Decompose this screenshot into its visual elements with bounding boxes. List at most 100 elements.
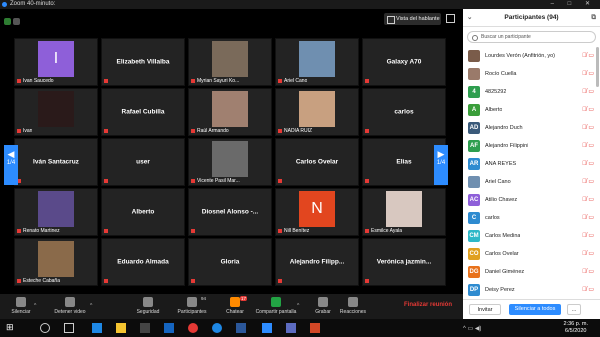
- chat-button[interactable]: Chatear 17: [220, 296, 250, 317]
- participant-name: Elias: [396, 158, 412, 166]
- video-tile[interactable]: Iván Santacruz: [14, 138, 98, 186]
- meeting-info-icons[interactable]: [4, 12, 24, 25]
- participant-row[interactable]: AF Alejandro Filippini 🎙̸ ▭: [463, 137, 600, 155]
- video-tile[interactable]: Myrian Sayuri Ko...: [188, 38, 272, 86]
- reactions-button[interactable]: Reacciones: [336, 296, 370, 317]
- invite-button[interactable]: Invitar: [469, 304, 501, 315]
- participants-button[interactable]: Participantes 94: [172, 296, 212, 317]
- video-tile[interactable]: Esteche Cabaña: [14, 238, 98, 286]
- video-tile[interactable]: N Nill Benítez: [275, 188, 359, 236]
- edge-icon[interactable]: [92, 323, 102, 333]
- zoom-icon[interactable]: [262, 323, 272, 333]
- arrow-left-icon: ◀: [7, 149, 15, 159]
- video-feed: [299, 91, 335, 127]
- video-tile[interactable]: Alberto: [101, 188, 185, 236]
- reactions-label: Reacciones: [339, 309, 367, 315]
- video-tile[interactable]: Ivan: [14, 88, 98, 136]
- participant-row[interactable]: AD Alejandro Duch 🎙̸ ▭: [463, 119, 600, 137]
- speaker-view-button[interactable]: Vista del hablante: [384, 13, 441, 25]
- chevron-up-icon[interactable]: ^: [90, 303, 92, 309]
- shield-icon[interactable]: [4, 18, 11, 25]
- participant-name: carlos: [485, 215, 500, 221]
- mute-all-button[interactable]: Silenciar a todos: [509, 304, 561, 315]
- participant-row[interactable]: Ariel Cano 🎙̸ ▭: [463, 173, 600, 191]
- windows-start-icon[interactable]: ⊞: [6, 322, 16, 332]
- participant-row[interactable]: Ccarlos 🎙̸ ▭: [463, 209, 600, 227]
- system-tray[interactable]: ^ ▭ ◀): [463, 325, 481, 332]
- participant-row[interactable]: DG Daniel Giménez 🎙̸ ▭: [463, 263, 600, 281]
- chevron-up-icon[interactable]: ^: [297, 303, 299, 309]
- muted-mic-icon: 🎙̸ ▭: [582, 215, 594, 221]
- store-icon[interactable]: [140, 323, 150, 333]
- participant-name: Galaxy A70: [386, 58, 422, 66]
- video-tile[interactable]: Vicente Pasil Mar...: [188, 138, 272, 186]
- clock[interactable]: 2:36 p. m. 6/5/2020: [564, 321, 588, 335]
- video-tile[interactable]: Renato Martinez: [14, 188, 98, 236]
- chrome-icon[interactable]: [212, 323, 222, 333]
- participant-row[interactable]: Lourdes Verón (Anfitrión, yo) 🎙̸ ▭: [463, 47, 600, 65]
- powerpoint-icon[interactable]: [310, 323, 320, 333]
- mute-label: Silenciar: [11, 309, 31, 315]
- video-tile[interactable]: Eduardo Almada: [101, 238, 185, 286]
- video-tile[interactable]: Gloria: [188, 238, 272, 286]
- video-button[interactable]: Detener video: [48, 296, 92, 317]
- word-icon[interactable]: [236, 323, 246, 333]
- video-tile[interactable]: Elizabeth Villalba: [101, 38, 185, 86]
- scrollbar[interactable]: [596, 47, 599, 87]
- clock-date: 6/5/2020: [565, 328, 587, 334]
- video-tile[interactable]: NADIA RUIZ: [275, 88, 359, 136]
- info-icon[interactable]: [13, 18, 20, 25]
- window-title: Zoom 40-minuto:: [10, 1, 56, 7]
- opera-icon[interactable]: [188, 323, 198, 333]
- video-tile[interactable]: Ariel Cano: [275, 38, 359, 86]
- video-feed: [38, 191, 74, 227]
- participant-name: 4825292: [485, 89, 507, 95]
- video-tile[interactable]: user: [101, 138, 185, 186]
- search-input[interactable]: Buscar un participante: [467, 31, 596, 43]
- participant-name: user: [136, 158, 150, 166]
- participant-caption: Raúl Armando: [191, 128, 229, 134]
- video-tile[interactable]: Diosnel Alonso -...: [188, 188, 272, 236]
- file-explorer-icon[interactable]: [116, 323, 126, 333]
- participant-row[interactable]: CO Carlos Ovelar 🎙̸ ▭: [463, 245, 600, 263]
- panel-footer: Invitar Silenciar a todos ...: [463, 299, 600, 319]
- participant-row[interactable]: CM Carlos Medina 🎙̸ ▭: [463, 227, 600, 245]
- participant-row[interactable]: 4 4825292 🎙̸ ▭: [463, 83, 600, 101]
- mail-icon[interactable]: [164, 323, 174, 333]
- participant-name: Alberto: [131, 208, 155, 216]
- participant-row[interactable]: AC Atilio Chavez 🎙̸ ▭: [463, 191, 600, 209]
- video-tile[interactable]: I Ivan Saucedo: [14, 38, 98, 86]
- participant-caption: [191, 228, 197, 234]
- chevron-up-icon[interactable]: ^: [34, 303, 36, 309]
- video-tile[interactable]: carlos: [362, 88, 446, 136]
- fullscreen-icon[interactable]: [446, 14, 455, 23]
- video-tile[interactable]: Galaxy A70: [362, 38, 446, 86]
- search-icon[interactable]: [40, 323, 50, 333]
- participant-row[interactable]: AR ANA REYES 🎙̸ ▭: [463, 155, 600, 173]
- video-tile[interactable]: Alejandro Filipp...: [275, 238, 359, 286]
- windows-taskbar: ⊞ ^ ▭ ◀) 2:36 p. m. 6/5/2020: [0, 319, 600, 337]
- task-view-icon[interactable]: [64, 323, 74, 333]
- teams-icon[interactable]: [286, 323, 296, 333]
- next-page-button[interactable]: ▶ 1/4: [434, 145, 448, 185]
- window-controls[interactable]: – □ ✕: [551, 0, 596, 9]
- security-button[interactable]: Seguridad: [132, 296, 164, 317]
- popout-icon[interactable]: ⧉: [591, 9, 596, 27]
- record-button[interactable]: Grabar: [310, 296, 336, 317]
- video-tile[interactable]: Esmilce Ayala: [362, 188, 446, 236]
- prev-page-button[interactable]: ◀ 1/4: [4, 145, 18, 185]
- end-meeting-button[interactable]: Finalizar reunión: [404, 302, 452, 308]
- video-tile[interactable]: Raúl Armando: [188, 88, 272, 136]
- share-screen-button[interactable]: Compartir pantalla: [254, 296, 298, 317]
- video-tile[interactable]: Carlos Ovelar: [275, 138, 359, 186]
- mute-button[interactable]: Silenciar: [4, 296, 38, 317]
- video-tile[interactable]: Verónica jazmin...: [362, 238, 446, 286]
- participant-row[interactable]: Rocío Cuella 🎙̸ ▭: [463, 65, 600, 83]
- video-tile[interactable]: Rafael Cubilla: [101, 88, 185, 136]
- participant-row[interactable]: DP Deisy Perez 🎙̸ ▭: [463, 281, 600, 297]
- video-feed: [299, 41, 335, 77]
- video-feed: [212, 91, 248, 127]
- participant-row[interactable]: A Alberto 🎙̸ ▭: [463, 101, 600, 119]
- more-options-button[interactable]: ...: [567, 304, 581, 315]
- chevron-down-icon[interactable]: ⌄: [467, 9, 472, 27]
